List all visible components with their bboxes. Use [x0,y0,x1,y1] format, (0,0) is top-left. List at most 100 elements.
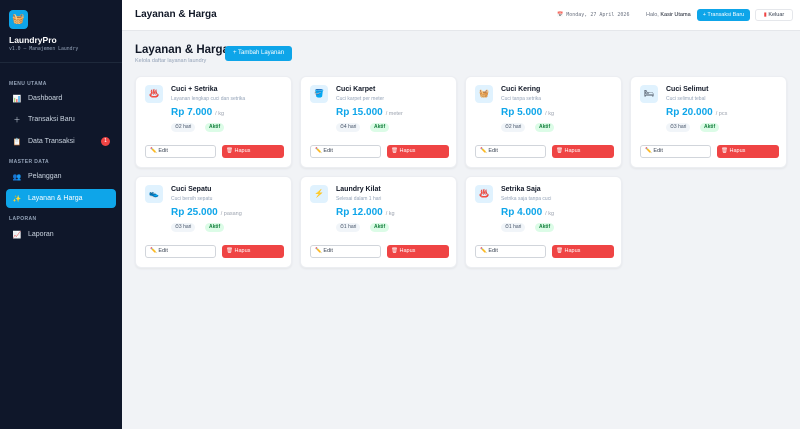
plus-icon: ＋ [13,116,21,124]
sidebar-item-label: Laporan [28,231,54,238]
sidebar-item-label: Transaksi Baru [28,116,75,123]
price-unit: / kg [385,211,395,217]
sidebar-divider [0,62,122,63]
service-card: ♨️ Cuci + Setrika Layanan lengkap cuci dan… [135,76,292,168]
price-value: Rp 15.000 [336,107,383,118]
price-value: Rp 7.000 [171,107,213,118]
service-price: Rp 20.000/ pcs [666,107,727,118]
top-header: Layanan & Harga 📅 Monday, 27 April 2026 … [122,0,800,31]
duration-badge: ⏱3 hari [666,123,691,132]
price-unit: / kg [215,111,225,117]
notification-badge: 1 [101,137,110,146]
bed-icon: 🛏 [640,85,658,103]
add-service-button[interactable]: + Tambah Layanan [225,46,292,61]
edit-button[interactable]: ✏️ Edit [310,145,381,158]
price-value: Rp 4.000 [501,207,543,218]
price-unit: / kg [545,111,555,117]
status-badge: Aktif [700,123,720,132]
section-label-main: MENU UTAMA [9,81,47,87]
service-name: Cuci Kering [501,86,541,93]
status-badge: Aktif [370,123,390,132]
status-badge: Aktif [535,223,555,232]
service-price: Rp 15.000/ meter [336,107,403,118]
price-unit: / meter [385,111,403,117]
new-transaction-button[interactable]: + Transaksi Baru [697,9,750,21]
duration-badge: ⏱1 hari [336,223,361,232]
service-name: Cuci Karpet [336,86,376,93]
delete-button[interactable]: 🗑 Hapus [387,145,449,158]
edit-button[interactable]: ✏️ Edit [145,145,216,158]
price-value: Rp 5.000 [501,107,543,118]
delete-button[interactable]: 🗑 Hapus [717,145,779,158]
price-unit: / pcs [715,111,728,117]
delete-button[interactable]: 🗑 Hapus [222,245,284,258]
edit-button[interactable]: ✏️ Edit [475,245,546,258]
edit-button[interactable]: ✏️ Edit [145,245,216,258]
price-unit: / kg [545,211,555,217]
delete-button[interactable]: 🗑 Hapus [387,245,449,258]
service-description: Cuci selimut tebal [666,96,706,102]
users-icon: 👥 [12,173,22,181]
service-description: Selesai dalam 1 hari [336,196,382,202]
brand-version: v1.0 — Manajemen Laundry [9,47,79,52]
user-name: Kasir Utama [660,12,691,18]
sidebar-item-label: Pelanggan [28,173,62,180]
header-title: Layanan & Harga [135,9,217,20]
edit-button[interactable]: ✏️ Edit [310,245,381,258]
page-title: Layanan & Harga [135,44,229,56]
delete-button[interactable]: 🗑 Hapus [552,145,614,158]
service-description: Cuci karpet per meter [336,96,385,102]
service-card: 👟 Cuci Sepatu Cuci bersih sepatu Rp 25.000/… [135,176,292,268]
sidebar-item-transaksi-baru[interactable]: ＋ Transaksi Baru [6,110,116,129]
sidebar-item-label: Data Transaksi [28,138,75,145]
service-name: Cuci + Setrika [171,86,218,93]
header-date: 📅 Monday, 27 April 2026 [557,12,630,18]
sidebar-item-layanan-harga[interactable]: ✨ Layanan & Harga [6,189,116,208]
duration-badge: ⏱2 hari [501,123,526,132]
service-card: ♨️ Setrika Saja Setrika saja tanpa cuci Rp … [465,176,622,268]
logout-button[interactable]: ▮ Keluar [755,9,793,21]
service-price: Rp 7.000/ kg [171,107,224,118]
status-badge: Aktif [370,223,390,232]
service-card: 🪣 Cuci Karpet Cuci karpet per meter Rp 15.0… [300,76,457,168]
logout-icon: ▮ [763,12,767,18]
duration-badge: ⏱3 hari [171,223,196,232]
duration-badge: ⏱2 hari [171,123,196,132]
service-card: ⚡ Laundry Kilat Selesai dalam 1 hari Rp 12.… [300,176,457,268]
iron-icon: ♨️ [475,185,493,203]
service-price: Rp 12.000/ kg [336,207,395,218]
service-name: Setrika Saja [501,186,541,193]
lightning-icon: ⚡ [310,185,328,203]
status-badge: Aktif [535,123,555,132]
service-price: Rp 5.000/ kg [501,107,554,118]
sidebar-item-laporan[interactable]: 📈 Laporan [6,225,116,244]
bucket-icon: 🪣 [310,85,328,103]
edit-button[interactable]: ✏️ Edit [475,145,546,158]
service-price: Rp 4.000/ kg [501,207,554,218]
sidebar-item-data-transaksi[interactable]: 📋 Data Transaksi 1 [6,132,116,151]
delete-button[interactable]: 🗑 Hapus [552,245,614,258]
price-unit: / pasang [220,211,242,217]
sidebar-item-pelanggan[interactable]: 👥 Pelanggan [6,167,116,186]
laundry-basket-icon: 🧺 [9,10,28,29]
chart-icon: 📊 [12,95,22,103]
shoe-icon: 👟 [145,185,163,203]
greeting-text: Halo, [646,12,659,18]
sidebar: 🧺 LaundryPro v1.0 — Manajemen Laundry ME… [0,0,122,429]
report-icon: 📈 [12,231,22,239]
section-label-report: LAPORAN [9,216,37,222]
service-description: Cuci tanpa setrika [501,96,542,102]
edit-button[interactable]: ✏️ Edit [640,145,711,158]
service-card: 🛏 Cuci Selimut Cuci selimut tebal Rp 20.000… [630,76,787,168]
sidebar-item-dashboard[interactable]: 📊 Dashboard [6,89,116,108]
duration-badge: ⏱4 hari [336,123,361,132]
service-name: Cuci Sepatu [171,186,212,193]
price-value: Rp 20.000 [666,107,713,118]
delete-button[interactable]: 🗑 Hapus [222,145,284,158]
duration-badge: ⏱1 hari [501,223,526,232]
service-price: Rp 25.000/ pasang [171,207,242,218]
page-subtitle: Kelola daftar layanan laundry [135,58,207,64]
header-greeting: Halo, Kasir Utama [646,12,691,18]
price-value: Rp 12.000 [336,207,383,218]
sparkle-icon: ✨ [12,195,22,203]
